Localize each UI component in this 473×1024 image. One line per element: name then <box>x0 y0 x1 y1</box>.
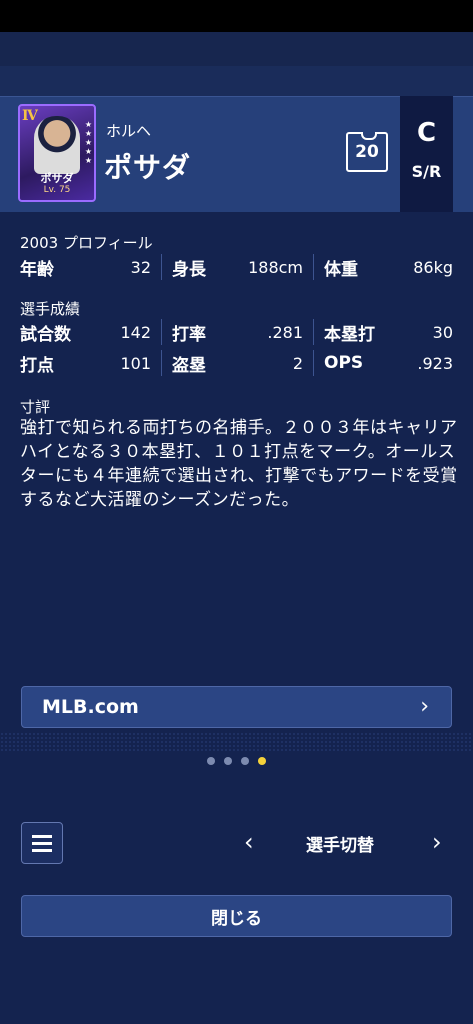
stat-games: 試合数 142 <box>20 322 151 345</box>
top-band <box>0 32 473 66</box>
menu-icon <box>32 848 52 852</box>
uniform-number: 20 <box>355 142 379 162</box>
player-first-name: ホルヘ <box>106 122 152 140</box>
position-box: C S/R <box>400 96 453 212</box>
menu-button[interactable] <box>21 822 63 864</box>
profile-row: 年齢 32 身長 188cm 体重 86kg <box>20 253 453 281</box>
player-photo <box>34 116 80 174</box>
top-band-2 <box>0 66 473 96</box>
stat-weight: 体重 86kg <box>313 254 453 280</box>
player-name: ポサダ <box>104 151 192 184</box>
bats-throws: S/R <box>411 162 442 181</box>
grade-badge: Ⅳ <box>22 108 38 124</box>
stat-ops: OPS .923 <box>313 350 453 376</box>
divider <box>0 732 473 752</box>
mlb-link-label: MLB.com <box>42 696 139 718</box>
menu-icon <box>32 841 52 845</box>
position: C <box>416 118 437 148</box>
page-dot[interactable] <box>224 757 232 765</box>
close-button[interactable]: 閉じる <box>21 895 452 937</box>
review-title: 寸評 <box>20 398 51 416</box>
card-level: Lv. 75 <box>43 185 71 195</box>
stat-rbi: 打点 101 <box>20 353 151 376</box>
stat-homeruns: 本塁打 30 <box>313 319 453 345</box>
review-text: 強打で知られる両打ちの名捕手。２００３年はキャリアハイとなる３０本塁打、１０１打… <box>20 418 458 510</box>
stat-steals: 盗塁 2 <box>161 350 313 376</box>
page-dot[interactable] <box>241 757 249 765</box>
record-row: 打点 101 盗塁 2 OPS .923 <box>20 349 453 377</box>
chevron-right-icon: › <box>420 694 429 719</box>
star-rating-icon: ★ ★ ★ ★ ★ <box>84 120 92 165</box>
stat-height: 身長 188cm <box>161 254 313 280</box>
page-dot-active[interactable] <box>258 757 266 765</box>
profile-title: 2003 プロフィール <box>20 234 153 252</box>
stat-age: 年齢 32 <box>20 257 151 280</box>
player-switch-label: 選手切替 <box>306 836 374 856</box>
chevron-right-icon[interactable]: › <box>432 828 442 856</box>
uniform-number-icon: 20 <box>346 132 388 172</box>
mlb-link-button[interactable]: MLB.com › <box>21 686 452 728</box>
chevron-left-icon[interactable]: ‹ <box>244 828 254 856</box>
status-bar <box>0 0 473 32</box>
card-player-name: ポサダ <box>40 172 74 185</box>
player-card[interactable]: Ⅳ ★ ★ ★ ★ ★ ポサダ Lv. 75 <box>18 104 96 202</box>
record-row: 試合数 142 打率 .281 本塁打 30 <box>20 318 453 346</box>
page-indicator <box>0 757 473 765</box>
page-dot[interactable] <box>207 757 215 765</box>
stat-average: 打率 .281 <box>161 319 313 345</box>
record-title: 選手成績 <box>20 300 81 318</box>
menu-icon <box>32 834 52 838</box>
